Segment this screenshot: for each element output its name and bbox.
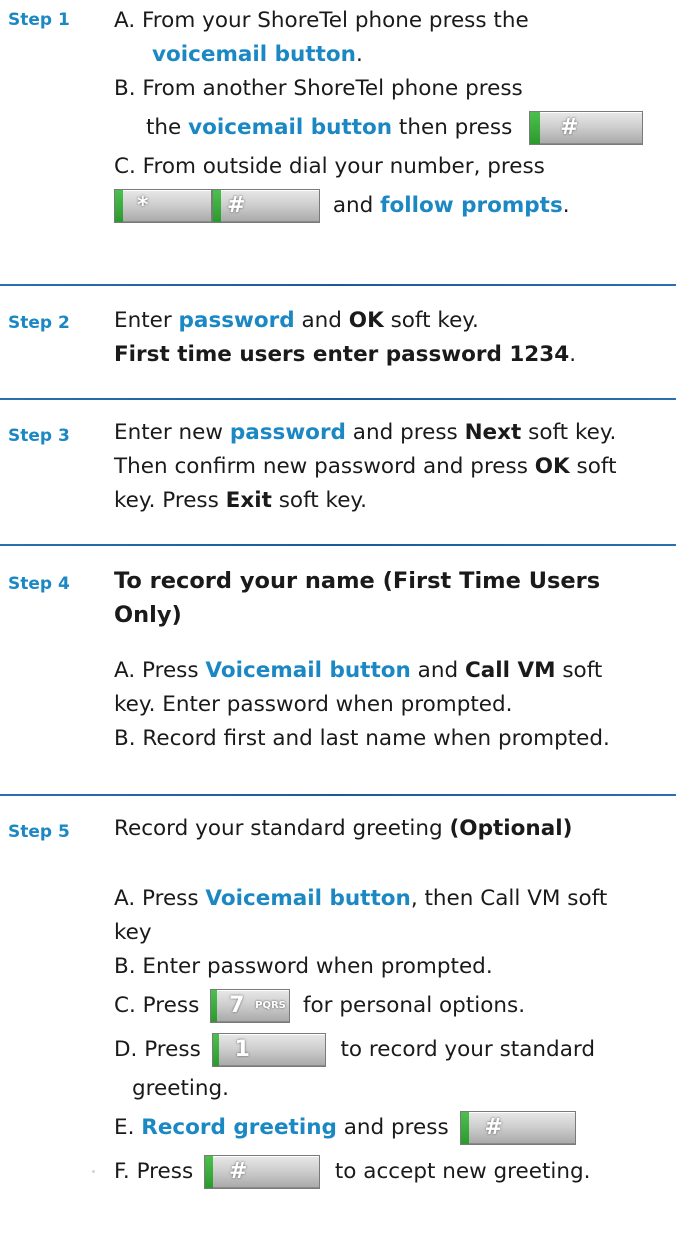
- step-1-line-c2: * # and follow prompts.: [114, 184, 670, 228]
- step-5-line-d2: greeting.: [132, 1076, 229, 1101]
- step-2-line-1: Enter password and OK soft key.: [114, 308, 479, 333]
- step-4-line-a2: key. Enter password when prompted.: [114, 692, 513, 717]
- step-1-line-b2: the voicemail button then press #: [114, 106, 670, 150]
- divider-4: [0, 794, 676, 796]
- step-4-content: To record your name (First Time Users On…: [114, 564, 670, 756]
- step-1-line-a2: voicemail button.: [152, 42, 363, 67]
- step-5-line-a: A. Press Voicemail button, then Call VM …: [114, 886, 608, 911]
- step-2-content: Enter password and OK soft key. First ti…: [114, 304, 670, 372]
- step-5-line-c: C. Press 7 PQRS for personal options.: [114, 984, 670, 1028]
- divider-3: [0, 544, 676, 546]
- divider-2: [0, 398, 676, 400]
- step-3-line-1: Enter new password and press Next soft k…: [114, 420, 617, 445]
- step-4-label: Step 4: [8, 574, 70, 594]
- step-1-content: A. From your ShoreTel phone press the vo…: [114, 4, 670, 228]
- step-4-spacer: [114, 632, 670, 654]
- step-2-line-2: First time users enter password 1234.: [114, 342, 577, 367]
- hash-key-icon: #: [212, 189, 320, 223]
- step-4-heading-2: Only): [114, 602, 182, 628]
- step-5-heading: Record your standard greeting (Optional): [114, 816, 573, 841]
- step-5-line-b: B. Enter password when prompted.: [114, 954, 493, 979]
- step-3-line-3: key. Press Exit soft key.: [114, 488, 367, 513]
- divider-1: [0, 284, 676, 286]
- step-1-line-a: A. From your ShoreTel phone press the: [114, 8, 529, 33]
- step-3-line-2: Then confirm new password and press OK s…: [114, 454, 617, 479]
- step-4-line-a: A. Press Voicemail button and Call VM so…: [114, 658, 603, 683]
- voicemail-button-term: voicemail button: [152, 42, 356, 67]
- hash-key-icon: #: [204, 1155, 321, 1189]
- voicemail-instructions: Step 1 A. From your ShoreTel phone press…: [0, 0, 676, 1247]
- voicemail-button-term: voicemail button: [188, 115, 393, 140]
- step-1-line-b: B. From another ShoreTel phone press: [114, 76, 523, 101]
- record-greeting-term: Record greeting: [141, 1115, 337, 1140]
- step-1-label: Step 1: [8, 10, 70, 30]
- one-key-icon: 1: [211, 1033, 326, 1067]
- step-5-spacer: [114, 846, 670, 882]
- scan-speck: [92, 1170, 95, 1173]
- voicemail-button-term: Voicemail button: [205, 886, 411, 911]
- seven-pqrs-key-icon: 7 PQRS: [210, 989, 291, 1023]
- step-5-line-a2: key: [114, 920, 152, 945]
- step-3-label: Step 3: [8, 426, 70, 446]
- star-key-icon: *: [114, 189, 212, 223]
- step-4-line-b: B. Record first and last name when promp…: [114, 726, 610, 751]
- step-5-line-f: F. Press # to accept new greeting.: [114, 1150, 670, 1194]
- step-1-line-c: C. From outside dial your number, press: [114, 154, 545, 179]
- hash-key-icon: #: [529, 111, 644, 145]
- follow-prompts-term: follow prompts: [380, 193, 563, 218]
- hash-key-icon: #: [459, 1111, 576, 1145]
- step-3-content: Enter new password and press Next soft k…: [114, 416, 670, 518]
- step-4-heading-1: To record your name (First Time Users: [114, 568, 601, 594]
- step-5-label: Step 5: [8, 822, 70, 842]
- voicemail-button-term: Voicemail button: [205, 658, 411, 683]
- step-2-label: Step 2: [8, 313, 70, 333]
- password-term: password: [229, 420, 346, 445]
- step-5-line-e: E. Record greeting and press #: [114, 1106, 670, 1150]
- password-term: password: [178, 308, 295, 333]
- step-5-content: Record your standard greeting (Optional)…: [114, 812, 670, 1194]
- step-5-line-d: D. Press 1 to record your standard: [114, 1028, 670, 1072]
